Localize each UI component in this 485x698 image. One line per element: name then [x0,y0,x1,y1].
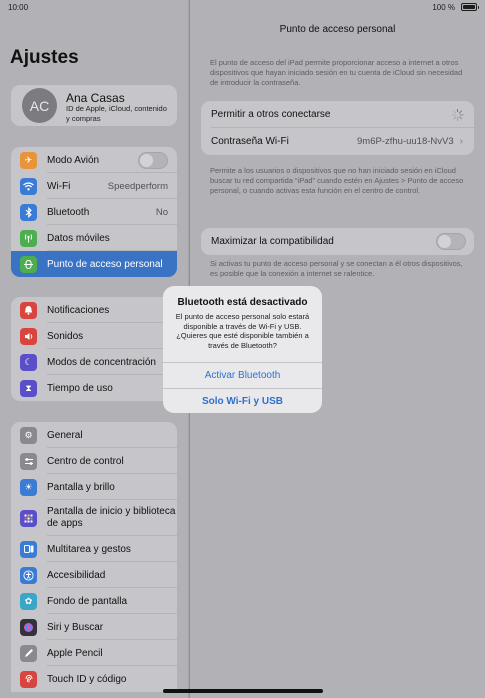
maximize-compatibility-label: Maximizar la compatibilidad [211,236,334,247]
sidebar-item-bluetooth[interactable]: Bluetooth No [11,199,177,225]
sidebar-item-label: Bluetooth [47,206,90,218]
sidebar-item-label: General [47,429,83,441]
accessibility-icon [20,566,37,584]
page-title: Punto de acceso personal [279,24,396,35]
home-indicator[interactable] [163,689,323,693]
sidebar-item-sounds[interactable]: Sonidos [11,323,177,349]
status-time: 10:00 [8,3,29,12]
brightness-icon: ☀ [20,478,37,496]
sidebar-item-multitasking[interactable]: Multitarea y gestos [11,536,177,562]
bluetooth-icon [20,203,37,221]
maximize-compatibility-row[interactable]: Maximizar la compatibilidad [201,228,474,255]
profile-name: Ana Casas [66,91,125,105]
sidebar-item-label: Pantalla de inicio y biblioteca de apps [47,506,176,529]
sidebar-item-label: Centro de control [47,455,124,467]
general-group: ⚙ General Centro de control ☀ Pantalla y… [11,422,177,692]
notifications-group: Notificaciones Sonidos ☾ Modos de concen… [11,297,177,401]
alert-title: Bluetooth está desactivado [177,297,308,308]
airplane-icon: ✈ [20,151,37,169]
sidebar-item-label: Sonidos [47,330,84,342]
sidebar-item-label: Punto de acceso personal [47,258,163,270]
sidebar-item-label: Modos de concentración [47,356,156,368]
wifi-network-value: Speedperform [107,180,168,192]
moon-icon: ☾ [20,353,37,371]
settings-screen: Ajustes AC Ana Casas ID de Apple, iCloud… [0,0,485,698]
hourglass-icon: ⧗ [20,379,37,397]
compatibility-note: Si activas tu punto de acceso personal y… [210,259,463,278]
alert-message: El punto de acceso personal solo estará … [175,312,310,350]
maximize-compatibility-toggle[interactable] [436,233,466,250]
sidebar-item-personal-hotspot[interactable]: Punto de acceso personal [11,251,177,277]
fingerprint-icon [20,670,37,688]
bluetooth-off-alert: Bluetooth está desactivado El punto de a… [163,286,322,413]
wifi-password-label: Contraseña Wi-Fi [211,136,289,147]
sidebar-item-home-screen[interactable]: Pantalla de inicio y biblioteca de apps [11,500,177,536]
chevron-right-icon: › [459,136,463,147]
sidebar-item-label: Pantalla y brillo [47,481,115,493]
sidebar-item-touch-id[interactable]: Touch ID y código [11,666,177,692]
battery-icon [461,3,479,11]
sidebar-item-accessibility[interactable]: Accesibilidad [11,562,177,588]
wifi-password-row[interactable]: Contraseña Wi-Fi 9m6P-zfhu-uu18-NvV3 › [201,128,474,155]
sidebar: Ajustes AC Ana Casas ID de Apple, iCloud… [0,0,189,698]
sliders-icon [20,452,37,470]
sidebar-item-focus[interactable]: ☾ Modos de concentración [11,349,177,375]
sidebar-item-label: Apple Pencil [47,647,103,659]
battery-percentage: 100 % [432,3,455,12]
allow-others-label: Permitir a otros conectarse [211,109,331,120]
profile-card[interactable]: AC Ana Casas ID de Apple, iCloud, conten… [11,85,177,126]
grid-icon [20,509,37,527]
speaker-icon [20,327,37,345]
sidebar-item-display[interactable]: ☀ Pantalla y brillo [11,474,177,500]
sidebar-item-label: Fondo de pantalla [47,595,128,607]
sidebar-item-label: Datos móviles [47,232,110,244]
sidebar-item-wifi[interactable]: Wi-Fi Speedperform [11,173,177,199]
profile-subtitle: ID de Apple, iCloud, contenido y compras [66,104,167,123]
sidebar-item-label: Touch ID y código [47,673,127,685]
avatar: AC [22,88,57,123]
sidebar-item-notifications[interactable]: Notificaciones [11,297,177,323]
sidebar-item-apple-pencil[interactable]: Apple Pencil [11,640,177,666]
hotspot-settings-group: Permitir a otros conectarse Contraseña W… [201,101,474,155]
compatibility-group: Maximizar la compatibilidad [201,228,474,255]
wifi-usb-only-button[interactable]: Solo Wi-Fi y USB [163,388,322,413]
sidebar-item-general[interactable]: ⚙ General [11,422,177,448]
sidebar-item-siri[interactable]: Siri y Buscar [11,614,177,640]
siri-icon [20,618,37,636]
allow-others-row[interactable]: Permitir a otros conectarse [201,101,474,128]
hotspot-intro-text: El punto de acceso del iPad permite prop… [210,58,463,87]
sidebar-item-airplane-mode[interactable]: ✈ Modo Avión [11,147,177,173]
sidebar-item-mobile-data[interactable]: Datos móviles [11,225,177,251]
wifi-password-value: 9m6P-zfhu-uu18-NvV3 [357,136,454,147]
loading-spinner-icon [451,108,464,121]
family-sharing-note: Permite a los usuarios o dispositivos qu… [210,166,464,195]
sidebar-title: Ajustes [10,47,79,68]
sidebar-item-label: Tiempo de uso [47,382,113,394]
sidebar-item-label: Modo Avión [47,154,100,166]
sidebar-item-control-center[interactable]: Centro de control [11,448,177,474]
sidebar-item-label: Siri y Buscar [47,621,104,633]
sidebar-item-screen-time[interactable]: ⧗ Tiempo de uso [11,375,177,401]
antenna-icon [20,229,37,247]
sidebar-item-label: Wi-Fi [47,180,71,192]
sidebar-item-label: Multitarea y gestos [47,543,131,555]
gear-icon: ⚙ [20,426,37,444]
connectivity-group: ✈ Modo Avión Wi-Fi Speedperform Bluetoot… [11,147,177,277]
bell-icon [20,301,37,319]
activate-bluetooth-button[interactable]: Activar Bluetooth [163,362,322,387]
sidebar-item-label: Notificaciones [47,304,110,316]
sidebar-item-wallpaper[interactable]: ✿ Fondo de pantalla [11,588,177,614]
sidebar-item-label: Accesibilidad [47,569,106,581]
hotspot-icon [20,255,37,273]
multitask-icon [20,540,37,558]
pencil-icon [20,644,37,662]
status-bar: 10:00 100 % [0,0,485,14]
airplane-mode-toggle[interactable] [138,151,168,169]
wifi-icon [20,177,37,195]
flower-icon: ✿ [20,592,37,610]
bluetooth-status-value: No [155,206,168,218]
